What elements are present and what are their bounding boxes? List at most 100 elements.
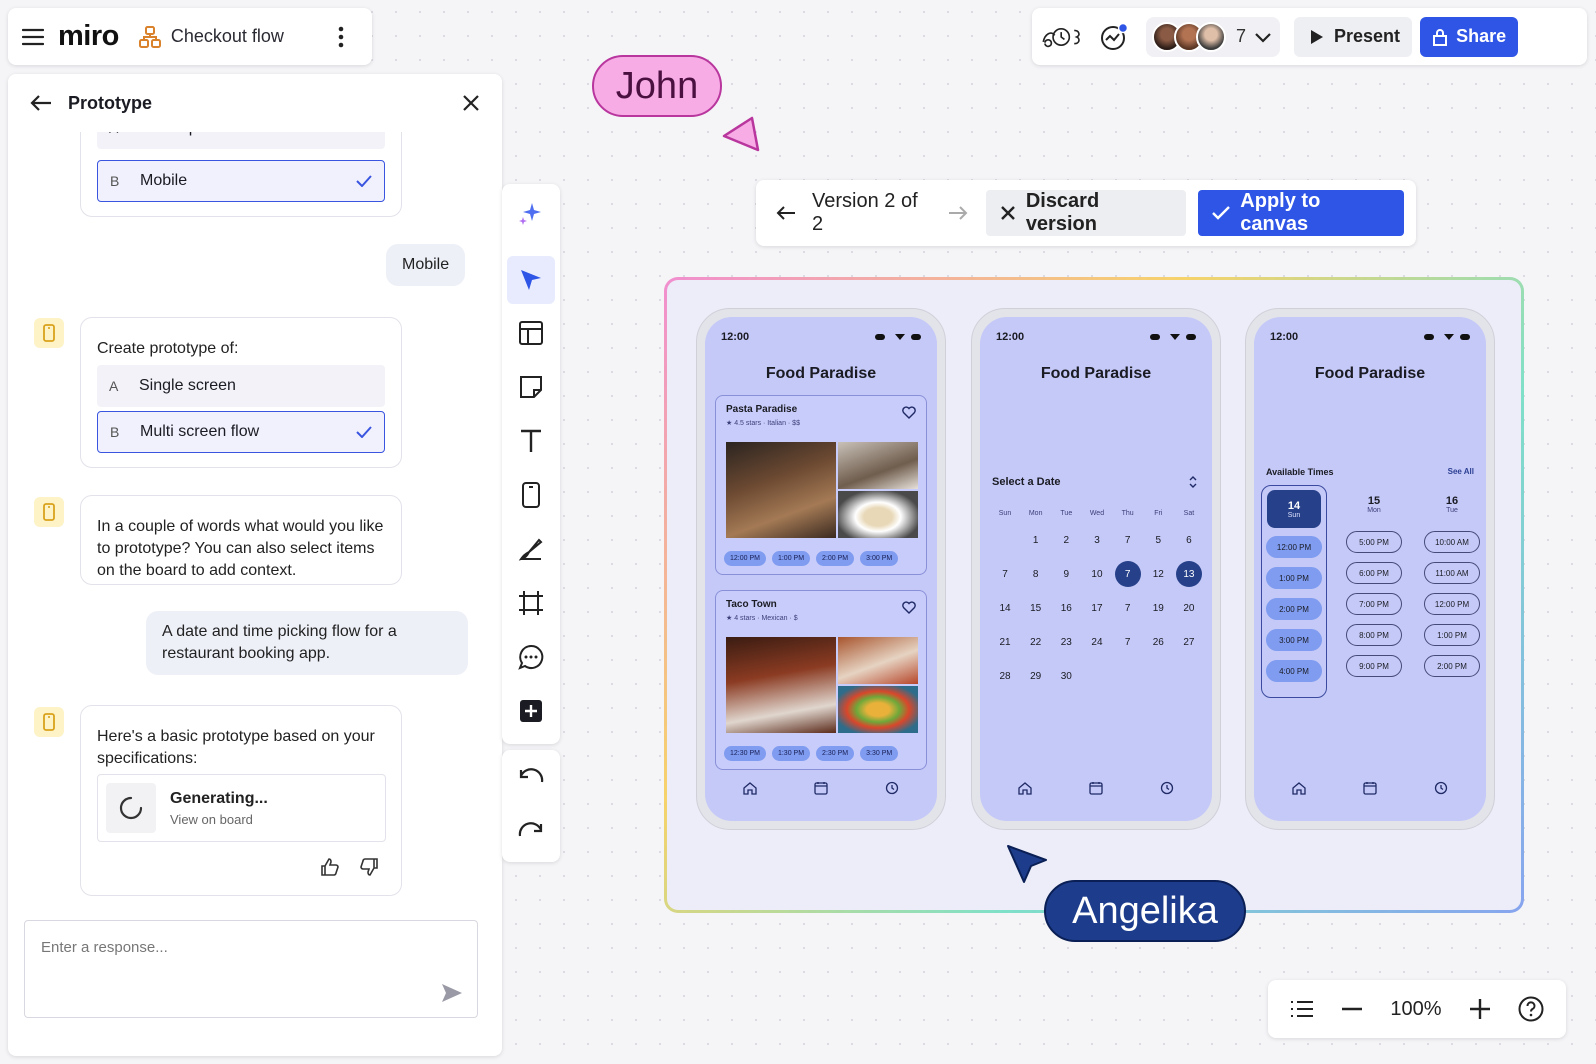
phone-screen-restaurants[interactable]: 12:00 Food Paradise Pasta Paradise ★ 4.5… (696, 308, 946, 830)
calendar-day[interactable]: 26 (1145, 629, 1171, 655)
calendar-day[interactable]: 7 (1115, 629, 1141, 655)
thumbs-up-icon[interactable] (321, 858, 339, 876)
calendar-day[interactable]: 29 (1023, 663, 1049, 689)
time-slot-chip[interactable]: 12:00 PM (724, 551, 766, 566)
home-icon[interactable] (1292, 781, 1306, 795)
calendar-day[interactable]: 10 (1084, 561, 1110, 587)
text-tool[interactable] (507, 417, 555, 465)
calendar-day[interactable]: 30 (1053, 663, 1079, 689)
time-option[interactable]: 12:00 PM (1424, 593, 1480, 615)
calendar-day[interactable]: 20 (1176, 595, 1202, 621)
option-single-screen[interactable]: A Single screen (97, 365, 385, 407)
sticky-note-tool[interactable] (507, 363, 555, 411)
hamburger-menu-icon[interactable] (22, 28, 44, 46)
comment-tool[interactable] (507, 633, 555, 681)
day-selector[interactable]: 14 Sun (1267, 490, 1321, 528)
time-slot-chip[interactable]: 2:30 PM (816, 746, 855, 761)
calendar-day[interactable]: 7 (1114, 561, 1141, 587)
option-mobile[interactable]: B Mobile (97, 160, 385, 202)
calendar-day[interactable]: 2 (1053, 527, 1079, 553)
zoom-out-icon[interactable] (1341, 1007, 1363, 1011)
select-tool[interactable] (507, 256, 555, 304)
time-option[interactable]: 4:00 PM (1266, 660, 1322, 682)
present-button[interactable]: Present (1294, 16, 1413, 57)
time-option[interactable]: 12:00 PM (1266, 536, 1322, 558)
calendar-day[interactable]: 19 (1145, 595, 1171, 621)
share-button[interactable]: Share (1420, 16, 1519, 57)
calendar-day[interactable]: 7 (992, 561, 1018, 587)
time-option[interactable]: 7:00 PM (1346, 593, 1402, 615)
time-option[interactable]: 2:00 PM (1424, 655, 1480, 677)
thumbs-down-icon[interactable] (360, 858, 378, 876)
send-icon[interactable] (441, 983, 463, 1003)
time-option[interactable]: 8:00 PM (1346, 624, 1402, 646)
heart-icon[interactable] (902, 406, 916, 419)
more-options-icon[interactable] (338, 26, 358, 48)
time-slot-chip[interactable]: 3:00 PM (860, 551, 899, 566)
day-selector[interactable]: 16 Tue (1425, 485, 1479, 523)
see-all-link[interactable]: See All (1448, 467, 1474, 477)
home-icon[interactable] (1018, 781, 1032, 795)
option-multi-screen-flow[interactable]: B Multi screen flow (97, 411, 385, 453)
chevron-up-down-icon[interactable] (1188, 475, 1198, 489)
time-slot-chip[interactable]: 3:30 PM (860, 746, 899, 761)
previous-version-arrow-icon[interactable] (776, 205, 796, 221)
calendar-icon[interactable] (1089, 781, 1103, 795)
time-slot-chip[interactable]: 12:30 PM (724, 746, 766, 761)
generating-card[interactable]: Generating... View on board (97, 774, 386, 842)
time-option[interactable]: 1:00 PM (1266, 567, 1322, 589)
back-arrow-icon[interactable] (30, 94, 52, 112)
time-option[interactable]: 6:00 PM (1346, 562, 1402, 584)
time-slot-chip[interactable]: 2:00 PM (816, 551, 855, 566)
time-option[interactable]: 2:00 PM (1266, 598, 1322, 620)
activity-chat-icon[interactable] (1092, 17, 1136, 57)
heart-icon[interactable] (902, 601, 916, 614)
calendar-day[interactable]: 8 (1023, 561, 1049, 587)
time-option[interactable]: 1:00 PM (1424, 624, 1480, 646)
restaurant-card[interactable]: Pasta Paradise ★ 4.5 stars · Italian · $… (715, 395, 927, 575)
day-selector[interactable]: 15 Mon (1347, 485, 1401, 523)
calendar-day[interactable]: 12 (1145, 561, 1171, 587)
calendar-day[interactable]: 27 (1176, 629, 1202, 655)
calendar-day[interactable]: 9 (1053, 561, 1079, 587)
calendar-day[interactable]: 16 (1053, 595, 1079, 621)
apply-to-canvas-button[interactable]: Apply to canvas (1198, 190, 1404, 236)
calendar-day[interactable]: 5 (1145, 527, 1171, 553)
time-option[interactable]: 9:00 PM (1346, 655, 1402, 677)
calendar-day[interactable]: 15 (1023, 595, 1049, 621)
view-on-board-link[interactable]: View on board (170, 812, 268, 827)
time-slot-chip[interactable]: 1:30 PM (771, 746, 811, 761)
calendar-day[interactable]: 23 (1053, 629, 1079, 655)
collaborators-list[interactable]: 7 (1146, 16, 1281, 57)
discard-version-button[interactable]: Discard version (985, 190, 1187, 236)
history-icon[interactable] (885, 781, 899, 795)
prototype-tool[interactable] (507, 471, 555, 519)
help-icon[interactable] (1518, 996, 1544, 1022)
calendar-day[interactable]: 22 (1023, 629, 1049, 655)
redo-button[interactable] (507, 808, 555, 856)
calendar-icon[interactable] (1363, 781, 1377, 795)
calendar-day[interactable]: 14 (992, 595, 1018, 621)
home-icon[interactable] (743, 781, 757, 795)
calendar-day[interactable]: 1 (1023, 527, 1049, 553)
zoom-level[interactable]: 100% (1390, 998, 1441, 1021)
calendar-day[interactable]: 21 (992, 629, 1018, 655)
restaurant-card[interactable]: Taco Town ★ 4 stars · Mexican · $ 12:30 … (715, 590, 927, 770)
more-tools[interactable] (507, 687, 555, 735)
next-version-arrow-icon[interactable] (948, 205, 968, 221)
time-option[interactable]: 5:00 PM (1346, 531, 1402, 553)
board-title[interactable]: Checkout flow (171, 26, 338, 47)
undo-button[interactable] (507, 754, 555, 802)
calendar-day[interactable]: 7 (1115, 527, 1141, 553)
calendar-day[interactable]: 13 (1175, 561, 1202, 587)
templates-tool[interactable] (507, 309, 555, 357)
calendar-day[interactable]: 28 (992, 663, 1018, 689)
calendar-day[interactable]: 6 (1176, 527, 1202, 553)
miro-logo[interactable]: miro (58, 20, 119, 53)
time-option[interactable]: 3:00 PM (1266, 629, 1322, 651)
zoom-in-icon[interactable] (1469, 998, 1491, 1020)
frame-tool[interactable] (507, 579, 555, 627)
list-view-icon[interactable] (1290, 1000, 1314, 1018)
pen-tool[interactable] (507, 525, 555, 573)
time-option[interactable]: 10:00 AM (1424, 531, 1480, 553)
